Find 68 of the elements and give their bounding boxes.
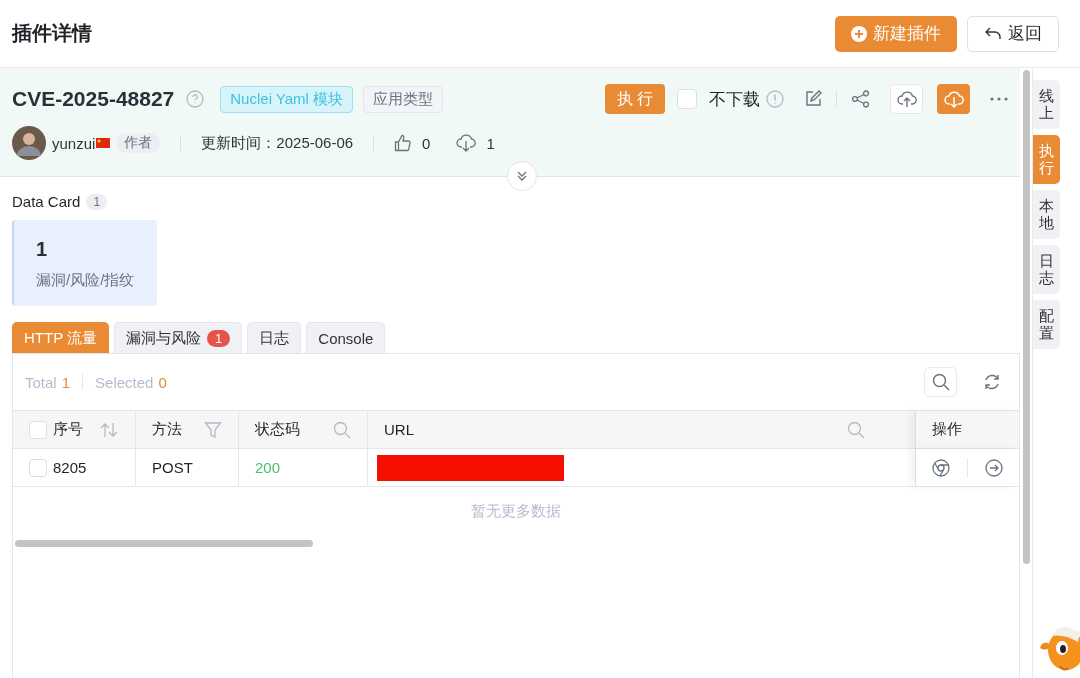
column-title: 状态码: [255, 420, 301, 439]
data-card-title: Data Card: [12, 193, 81, 210]
no-download-checkbox[interactable]: [677, 89, 697, 109]
cloud-download-icon: [943, 90, 964, 108]
card-value: 1: [36, 238, 49, 261]
back-button[interactable]: 返回: [967, 15, 1059, 52]
double-chevron-icon: [516, 170, 528, 182]
count-badge: 1: [207, 329, 231, 347]
plugin-tag: 应用类型: [363, 85, 444, 113]
side-tab[interactable]: 线上: [1033, 80, 1060, 129]
column-title: 操作: [932, 420, 963, 439]
help-icon[interactable]: [186, 90, 205, 108]
search-button[interactable]: [924, 367, 957, 397]
expand-button[interactable]: [507, 161, 537, 191]
column-title: URL: [384, 421, 415, 438]
method-text: POST: [152, 459, 193, 476]
row-checkbox[interactable]: [29, 458, 47, 477]
like-count: 0: [422, 134, 431, 152]
search-icon[interactable]: [847, 420, 865, 439]
upload-button[interactable]: [890, 84, 923, 114]
sort-icon[interactable]: [99, 421, 119, 438]
more-icon[interactable]: [990, 97, 1008, 101]
cloud-upload-icon: [896, 90, 917, 108]
total-label: Total: [25, 373, 57, 391]
side-tab[interactable]: 配置: [1033, 300, 1060, 349]
select-all-checkbox[interactable]: [29, 420, 47, 439]
plus-icon: [851, 25, 867, 42]
author-role: 作者: [116, 133, 161, 153]
selected-count: 0: [158, 373, 167, 391]
browser-icon[interactable]: [932, 458, 951, 477]
total-count: 1: [61, 373, 71, 391]
return-arrow-icon: [984, 25, 1002, 42]
download-count: 1: [486, 134, 495, 152]
arrow-right-icon[interactable]: [984, 458, 1003, 477]
author-name[interactable]: yunzui: [52, 134, 96, 152]
plugin-tag: Nuclei Yaml 模块: [220, 85, 354, 113]
no-download-label: 不下载: [709, 88, 760, 111]
data-card-count: 1: [86, 193, 108, 210]
search-icon: [930, 372, 951, 392]
download-button[interactable]: [937, 84, 970, 114]
tab[interactable]: 漏洞与风险 1: [114, 322, 243, 353]
flag-icon: [96, 138, 111, 148]
thumbs-up-icon[interactable]: [394, 134, 413, 152]
filter-icon[interactable]: [204, 420, 222, 439]
empty-text: 暂无更多数据: [471, 501, 561, 521]
page-title: 插件详情: [12, 21, 92, 46]
refresh-icon[interactable]: [983, 373, 1001, 391]
side-tab[interactable]: 本地: [1033, 190, 1060, 239]
tab[interactable]: 日志: [247, 322, 302, 353]
card-label: 漏洞/风险/指纹: [36, 271, 135, 290]
plugin-name: CVE-2025-48827: [12, 87, 175, 111]
column-title: 序号: [53, 420, 84, 439]
tab[interactable]: Console: [306, 322, 386, 353]
edit-icon[interactable]: [804, 90, 822, 108]
column-title: 方法: [152, 420, 183, 439]
share-icon[interactable]: [851, 90, 870, 108]
search-icon[interactable]: [333, 420, 351, 439]
cloud-download-icon[interactable]: [456, 134, 477, 152]
vertical-scrollbar[interactable]: [1022, 70, 1030, 564]
selected-label: Selected: [95, 373, 154, 391]
update-time: 更新时间：2025-06-06: [201, 133, 354, 153]
info-icon[interactable]: [766, 90, 784, 108]
avatar: [12, 126, 46, 160]
horizontal-scrollbar[interactable]: [15, 540, 313, 547]
side-tab[interactable]: 日志: [1033, 245, 1060, 294]
status-code: 200: [255, 459, 281, 476]
row-number: 8205: [53, 459, 87, 476]
data-card[interactable]: 1 漏洞/风险/指纹: [12, 220, 157, 306]
